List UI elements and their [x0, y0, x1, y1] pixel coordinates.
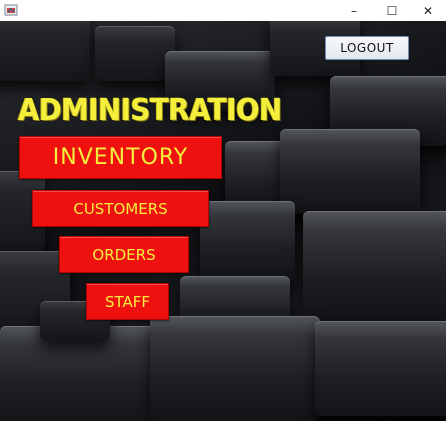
- window-titlebar: – ☐ ✕: [0, 0, 446, 22]
- logout-button[interactable]: LOGOUT: [325, 36, 409, 60]
- maximize-button[interactable]: ☐: [373, 0, 411, 21]
- java-app-icon: [4, 4, 18, 16]
- staff-button[interactable]: STAFF: [86, 283, 169, 320]
- minimize-button[interactable]: –: [335, 0, 373, 21]
- background-cube: [0, 21, 90, 81]
- maximize-icon: ☐: [386, 3, 398, 18]
- background-cube: [315, 321, 446, 416]
- customers-button[interactable]: CUSTOMERS: [32, 190, 209, 227]
- page-title: ADMINISTRATION: [18, 93, 282, 128]
- background-cube: [150, 316, 320, 421]
- background-cube: [95, 26, 175, 81]
- close-icon: ✕: [422, 3, 434, 18]
- close-button[interactable]: ✕: [410, 0, 446, 21]
- background-cube: [303, 211, 446, 321]
- minimize-icon: –: [351, 3, 357, 18]
- background-panel: LOGOUT ADMINISTRATION INVENTORY CUSTOMER…: [0, 21, 446, 421]
- background-cube: [280, 129, 420, 214]
- orders-button[interactable]: ORDERS: [59, 236, 189, 273]
- background-cube: [200, 201, 295, 281]
- inventory-button[interactable]: INVENTORY: [19, 136, 222, 179]
